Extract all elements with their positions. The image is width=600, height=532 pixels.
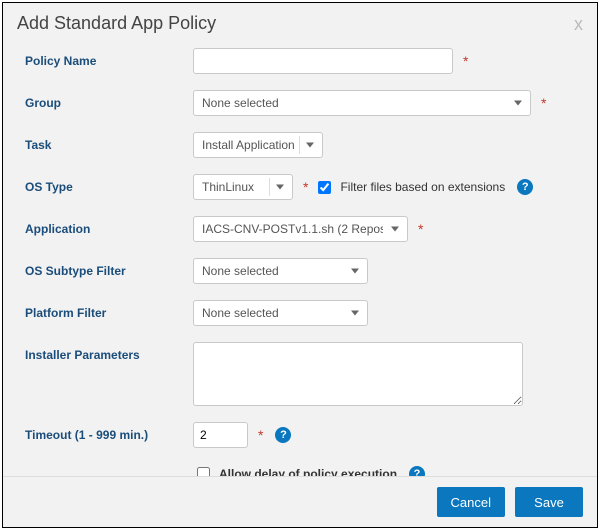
- required-icon: *: [541, 95, 546, 111]
- task-select-value: Install Application: [202, 138, 295, 152]
- row-policy-name: Policy Name *: [25, 48, 575, 74]
- dialog-title: Add Standard App Policy: [17, 13, 216, 34]
- row-task: Task Install Application: [25, 132, 575, 158]
- chevron-down-icon: [306, 143, 314, 148]
- group-select[interactable]: None selected: [193, 90, 531, 116]
- row-os-subtype-filter: OS Subtype Filter None selected: [25, 258, 575, 284]
- filter-extensions-label: Filter files based on extensions: [340, 180, 505, 194]
- row-timeout: Timeout (1 - 999 min.) * ?: [25, 422, 575, 448]
- label-group: Group: [25, 90, 193, 110]
- label-os-subtype-filter: OS Subtype Filter: [25, 258, 193, 278]
- dialog-titlebar: Add Standard App Policy x: [3, 3, 597, 42]
- task-select[interactable]: Install Application: [193, 132, 323, 158]
- label-timeout: Timeout (1 - 999 min.): [25, 422, 193, 442]
- dialog-footer: Cancel Save: [3, 476, 597, 527]
- os-type-select[interactable]: ThinLinux: [193, 174, 293, 200]
- label-installer-params: Installer Parameters: [25, 342, 193, 362]
- required-icon: *: [418, 221, 423, 237]
- row-group: Group None selected *: [25, 90, 575, 116]
- label-os-type: OS Type: [25, 174, 193, 194]
- label-spacer: [25, 464, 193, 470]
- help-icon[interactable]: ?: [517, 179, 533, 195]
- installer-params-textarea[interactable]: [193, 342, 523, 406]
- close-icon[interactable]: x: [574, 15, 583, 33]
- os-subtype-filter-select[interactable]: None selected: [193, 258, 368, 284]
- row-os-type: OS Type ThinLinux * Filter files based o…: [25, 174, 575, 200]
- label-task: Task: [25, 132, 193, 152]
- dialog-content: Policy Name * Group None selected * Task: [3, 42, 597, 476]
- label-platform-filter: Platform Filter: [25, 300, 193, 320]
- row-application: Application IACS-CNV-POSTv1.1.sh (2 Repo…: [25, 216, 575, 242]
- row-installer-params: Installer Parameters: [25, 342, 575, 406]
- label-policy-name: Policy Name: [25, 48, 193, 68]
- required-icon: *: [258, 427, 263, 443]
- required-icon: *: [303, 179, 308, 195]
- application-value: IACS-CNV-POSTv1.1.sh (2 Reposi: [202, 222, 383, 236]
- chevron-down-icon: [276, 185, 284, 190]
- required-icon: *: [463, 53, 468, 69]
- help-icon[interactable]: ?: [409, 466, 425, 477]
- allow-delay-label: Allow delay of policy execution: [219, 467, 397, 477]
- chevron-down-icon: [351, 269, 359, 274]
- policy-name-input[interactable]: [193, 48, 453, 74]
- application-select[interactable]: IACS-CNV-POSTv1.1.sh (2 Reposi: [193, 216, 408, 242]
- platform-filter-select[interactable]: None selected: [193, 300, 368, 326]
- allow-delay-checkbox[interactable]: [197, 467, 210, 476]
- filter-extensions-checkbox[interactable]: [318, 181, 331, 194]
- help-icon[interactable]: ?: [275, 427, 291, 443]
- row-allow-delay: Allow delay of policy execution ?: [25, 464, 575, 476]
- os-type-value: ThinLinux: [202, 180, 254, 194]
- platform-filter-value: None selected: [202, 306, 279, 320]
- add-standard-app-policy-dialog: Add Standard App Policy x Policy Name * …: [2, 2, 598, 528]
- group-select-value: None selected: [202, 96, 279, 110]
- chevron-down-icon: [514, 101, 522, 106]
- save-button[interactable]: Save: [515, 487, 583, 517]
- cancel-button[interactable]: Cancel: [437, 487, 505, 517]
- timeout-input[interactable]: [193, 422, 248, 448]
- chevron-down-icon: [351, 311, 359, 316]
- label-application: Application: [25, 216, 193, 236]
- row-platform-filter: Platform Filter None selected: [25, 300, 575, 326]
- chevron-down-icon: [391, 227, 399, 232]
- os-subtype-filter-value: None selected: [202, 264, 279, 278]
